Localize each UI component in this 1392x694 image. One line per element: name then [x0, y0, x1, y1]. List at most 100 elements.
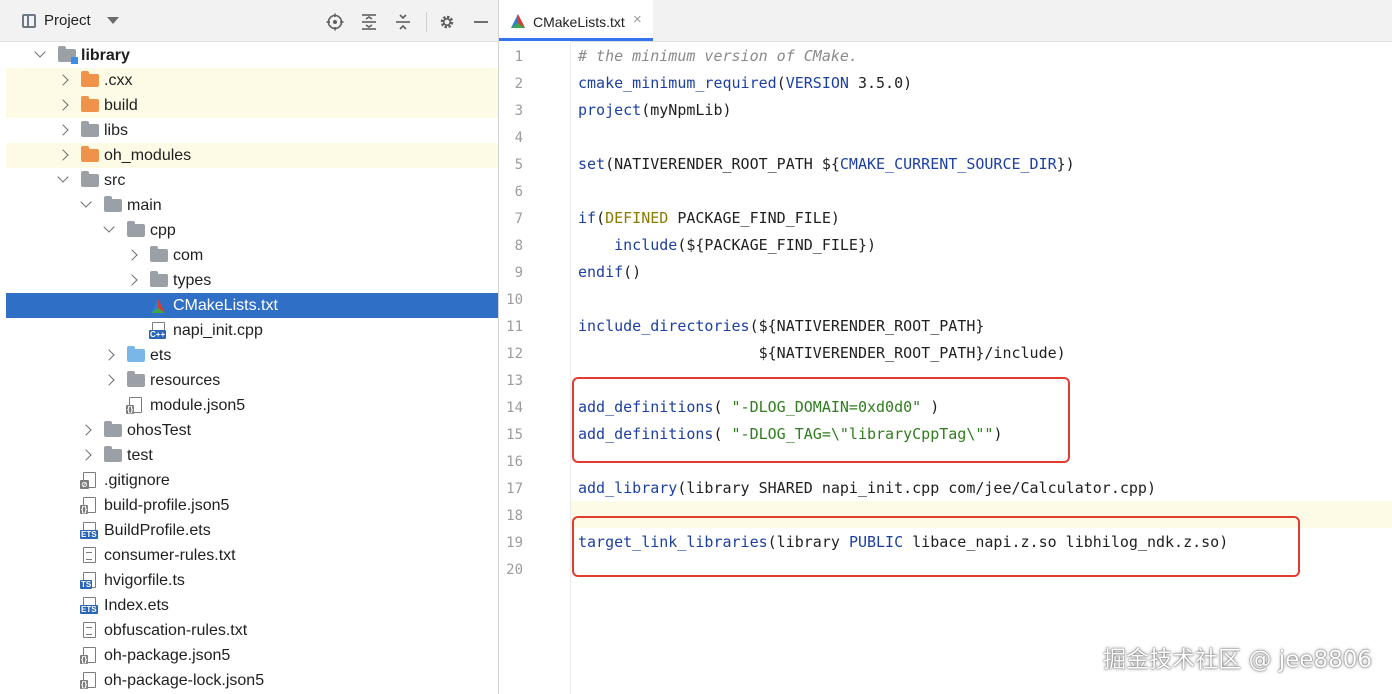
code-line[interactable]: set(NATIVERENDER_ROOT_PATH ${CMAKE_CURRE…	[578, 151, 1075, 178]
expand-all-icon[interactable]	[360, 13, 378, 31]
tree-item[interactable]: com	[6, 243, 498, 268]
tree-item-label: module.json5	[150, 397, 246, 414]
file-type-badge: ETS	[80, 530, 98, 539]
file-type-badge: ⊘	[80, 480, 89, 489]
tree-item-label: Index.ets	[104, 597, 169, 614]
file-type-badge: TS	[80, 580, 93, 589]
tree-item[interactable]: TS hvigorfile.ts	[6, 568, 498, 593]
tree-item[interactable]: oh_modules	[6, 143, 498, 168]
tree-item[interactable]: consumer-rules.txt	[6, 543, 498, 568]
line-number: 14	[506, 400, 523, 416]
tree-item[interactable]: CMakeLists.txt	[6, 293, 498, 318]
close-icon[interactable]: ×	[633, 11, 642, 28]
folder-icon	[81, 96, 99, 112]
line-number: 10	[506, 292, 523, 308]
line-number: 2	[514, 76, 523, 92]
tree-item[interactable]: {} module.json5	[6, 393, 498, 418]
tree-item[interactable]: src	[6, 168, 498, 193]
tree-item[interactable]: ohosTest	[6, 418, 498, 443]
file-type-badge: {}	[80, 680, 89, 689]
file-type-badge: {}	[80, 655, 89, 664]
tree-item[interactable]: .cxx	[6, 68, 498, 93]
tree-item-label: oh_modules	[104, 147, 192, 164]
line-number: 15	[506, 427, 523, 443]
line-number: 4	[514, 130, 523, 146]
line-number: 3	[514, 103, 523, 119]
tree-item[interactable]: C++ napi_init.cpp	[6, 318, 498, 343]
file-type-badge: {}	[126, 405, 135, 414]
tree-item-label: test	[127, 447, 153, 464]
tree-item[interactable]: obfuscation-rules.txt	[6, 618, 498, 643]
file-type-badge: ETS	[80, 605, 98, 614]
tree-item-label: resources	[150, 372, 221, 389]
chevron-right-icon[interactable]	[80, 424, 92, 436]
chevron-down-icon[interactable]	[57, 171, 69, 183]
chevron-right-icon[interactable]	[103, 374, 115, 386]
code-line[interactable]: ${NATIVERENDER_ROOT_PATH}/include)	[578, 340, 1066, 367]
tree-item-label: oh-package.json5	[104, 647, 231, 664]
folder-icon	[150, 246, 168, 262]
code-line[interactable]: endif()	[578, 259, 641, 286]
code-line[interactable]: project(myNpmLib)	[578, 97, 732, 124]
watermark: 掘金技术社区 @ jee8806	[1103, 647, 1372, 673]
chevron-down-icon[interactable]	[34, 46, 46, 58]
tree-item-label: obfuscation-rules.txt	[104, 622, 248, 639]
tree-item-label: main	[127, 197, 162, 214]
chevron-right-icon[interactable]	[126, 249, 138, 261]
module-badge-icon	[71, 57, 78, 64]
tree-item-label: hvigorfile.ts	[104, 572, 185, 589]
code-line[interactable]: # the minimum version of CMake.	[578, 43, 858, 70]
line-number: 12	[506, 346, 523, 362]
tree-item-label: napi_init.cpp	[173, 322, 263, 339]
tree-item-label: CMakeLists.txt	[173, 297, 278, 314]
collapse-all-icon[interactable]	[394, 13, 412, 31]
tree-item[interactable]: {} oh-package-lock.json5	[6, 668, 498, 693]
minimize-icon[interactable]	[472, 13, 490, 31]
code-line[interactable]: include_directories(${NATIVERENDER_ROOT_…	[578, 313, 984, 340]
tree-item[interactable]: build	[6, 93, 498, 118]
code-line[interactable]: include(${PACKAGE_FIND_FILE})	[578, 232, 876, 259]
tree-item[interactable]: ets	[6, 343, 498, 368]
tree-item-label: build-profile.json5	[104, 497, 230, 514]
tree-item[interactable]: test	[6, 443, 498, 468]
tree-item-label: types	[173, 272, 212, 289]
code-line[interactable]: if(DEFINED PACKAGE_FIND_FILE)	[578, 205, 840, 232]
tree-item[interactable]: ETS BuildProfile.ets	[6, 518, 498, 543]
tree-item[interactable]: resources	[6, 368, 498, 393]
gear-icon[interactable]	[438, 13, 456, 31]
tree-item[interactable]: ⊘ .gitignore	[6, 468, 498, 493]
tree-item[interactable]: ETS Index.ets	[6, 593, 498, 618]
tree-item[interactable]: cpp	[6, 218, 498, 243]
cmake-icon	[151, 299, 165, 313]
project-view-selector[interactable]: Project	[22, 12, 119, 29]
chevron-right-icon[interactable]	[57, 149, 69, 161]
tree-item-label: .gitignore	[104, 472, 170, 489]
code-line[interactable]: add_library(library SHARED napi_init.cpp…	[578, 475, 1156, 502]
chevron-right-icon[interactable]	[80, 449, 92, 461]
chevron-down-icon[interactable]	[106, 17, 119, 24]
tree-item[interactable]: libs	[6, 118, 498, 143]
chevron-right-icon[interactable]	[103, 349, 115, 361]
line-number: 11	[506, 319, 523, 335]
tree-item[interactable]: types	[6, 268, 498, 293]
tab-cmakelists[interactable]: CMakeLists.txt ×	[499, 0, 653, 41]
folder-icon	[81, 146, 99, 162]
chevron-down-icon[interactable]	[80, 196, 92, 208]
tree-item[interactable]: main	[6, 193, 498, 218]
chevron-right-icon[interactable]	[57, 99, 69, 111]
chevron-right-icon[interactable]	[126, 274, 138, 286]
chevron-right-icon[interactable]	[57, 124, 69, 136]
locate-icon[interactable]	[326, 13, 344, 31]
tree-item[interactable]: {} oh-package.json5	[6, 643, 498, 668]
code-area[interactable]: # the minimum version of CMake. cmake_min…	[578, 41, 1392, 694]
chevron-right-icon[interactable]	[57, 74, 69, 86]
tree-item[interactable]: library	[6, 43, 498, 68]
folder-icon	[127, 371, 145, 387]
line-number: 16	[506, 454, 523, 470]
tree-item[interactable]: {} build-profile.json5	[6, 493, 498, 518]
tree-item-label: libs	[104, 122, 129, 139]
code-line[interactable]: cmake_minimum_required(VERSION 3.5.0)	[578, 70, 912, 97]
line-number-gutter: 1 2 3 4 5 6 7 8 9 10 11 12 13 14 15 16 17 18 19 20	[499, 41, 571, 694]
text-file-icon	[83, 622, 96, 638]
chevron-down-icon[interactable]	[103, 221, 115, 233]
